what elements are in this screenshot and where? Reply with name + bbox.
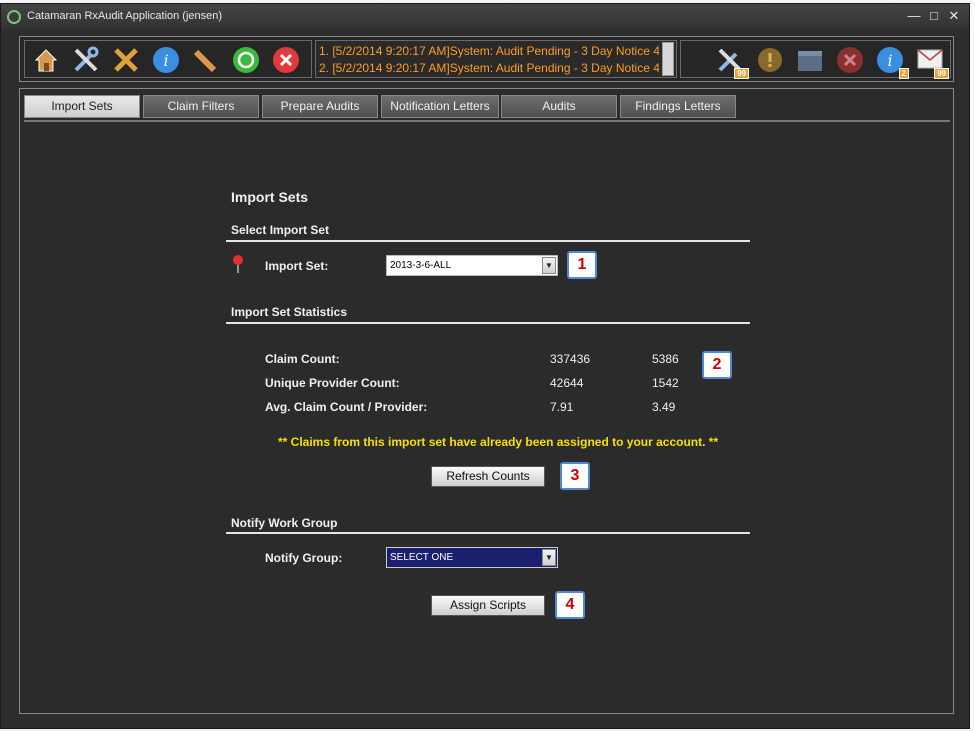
chevron-down-icon[interactable]: ▼: [542, 549, 556, 566]
import-set-value: 2013-3-6-ALL: [390, 260, 452, 271]
svg-text:i: i: [887, 51, 892, 70]
marker-2-badge: 2: [702, 351, 732, 379]
section-divider: [226, 240, 750, 242]
refresh-counts-button[interactable]: Refresh Counts: [431, 466, 545, 487]
toolbar: i 1. [5/2/2014 9:20:17 AM]System: Audit …: [19, 36, 954, 82]
main-panel: Import Sets Claim Filters Prepare Audits…: [19, 88, 954, 714]
tools-badge-icon[interactable]: 99: [715, 45, 749, 79]
info-count-badge: 2: [898, 68, 909, 79]
section-divider: [226, 322, 750, 324]
tab-divider: [24, 120, 950, 122]
avg-claim-count-value: 7.91: [550, 400, 574, 414]
notice-scrollbar[interactable]: [662, 42, 674, 76]
tab-findings-letters[interactable]: Findings Letters: [620, 95, 736, 118]
notify-group-dropdown[interactable]: SELECT ONE ▼: [386, 547, 558, 568]
unique-provider-count-value: 42644: [550, 376, 584, 390]
notify-work-group-heading: Notify Work Group: [231, 516, 338, 530]
mail-count-badge: 99: [934, 68, 949, 79]
tools-count-badge: 99: [734, 68, 749, 79]
tools-icon[interactable]: [71, 45, 101, 75]
notification-ticker[interactable]: 1. [5/2/2014 9:20:17 AM]System: Audit Pe…: [315, 40, 677, 78]
tab-claim-filters[interactable]: Claim Filters: [143, 95, 259, 118]
info-badge-icon[interactable]: i 2: [875, 45, 909, 79]
title-bar: Catamaran RxAudit Application (jensen) —…: [1, 4, 969, 29]
notify-group-label: Notify Group:: [265, 551, 343, 565]
claim-count-value: 337436: [550, 352, 591, 366]
close-circle-icon[interactable]: [271, 45, 301, 75]
minimize-button[interactable]: —: [905, 8, 923, 24]
import-set-dropdown[interactable]: 2013-3-6-ALL ▼: [386, 255, 558, 276]
app-logo-icon: [7, 10, 21, 24]
avg-claim-count-secondary: 3.49: [652, 400, 676, 414]
section-divider: [226, 532, 750, 534]
notice-item[interactable]: 1. [5/2/2014 9:20:17 AM]System: Audit Pe…: [319, 44, 659, 58]
close-button[interactable]: ✕: [945, 8, 963, 24]
ruler-icon[interactable]: [191, 45, 221, 75]
toolbar-right-group: 99 i 2 99: [680, 40, 951, 79]
maximize-button[interactable]: □: [925, 8, 943, 24]
toolbar-left-group: i: [24, 40, 312, 78]
recycle-icon[interactable]: [231, 45, 261, 75]
import-set-label: Import Set:: [265, 259, 329, 273]
cross-tools-icon[interactable]: [111, 45, 141, 75]
notify-group-value: SELECT ONE: [390, 552, 454, 563]
marker-4-badge: 4: [555, 591, 585, 619]
page-title: Import Sets: [231, 189, 309, 205]
notice-item[interactable]: 2. [5/2/2014 9:20:17 AM]System: Audit Pe…: [319, 61, 659, 75]
background-window-edge: [970, 0, 975, 731]
close-circle-icon[interactable]: [835, 45, 865, 75]
marker-3-badge: 3: [560, 462, 590, 490]
unique-provider-count-secondary: 1542: [652, 376, 679, 390]
app-window: Catamaran RxAudit Application (jensen) —…: [0, 3, 970, 729]
assignment-notice: ** Claims from this import set have alre…: [278, 435, 719, 449]
tab-notification-letters[interactable]: Notification Letters: [381, 95, 499, 118]
tab-prepare-audits[interactable]: Prepare Audits: [262, 95, 378, 118]
window-title: Catamaran RxAudit Application (jensen): [27, 10, 223, 22]
svg-text:i: i: [163, 51, 168, 70]
tab-import-sets[interactable]: Import Sets: [24, 95, 140, 118]
claim-count-label: Claim Count:: [265, 352, 340, 366]
mail-badge-icon[interactable]: 99: [915, 45, 949, 79]
info-icon[interactable]: i: [151, 45, 181, 75]
claim-count-secondary: 5386: [652, 352, 679, 366]
select-import-set-heading: Select Import Set: [231, 223, 330, 237]
pushpin-icon: [231, 254, 245, 274]
alert-icon[interactable]: [755, 45, 785, 75]
import-set-statistics-heading: Import Set Statistics: [231, 305, 348, 319]
marker-1-badge: 1: [567, 251, 597, 279]
home-icon[interactable]: [31, 45, 61, 75]
avg-claim-count-label: Avg. Claim Count / Provider:: [265, 400, 428, 414]
calendar-icon[interactable]: [795, 45, 825, 75]
chevron-down-icon[interactable]: ▼: [542, 257, 556, 274]
assign-scripts-button[interactable]: Assign Scripts: [431, 595, 545, 616]
unique-provider-count-label: Unique Provider Count:: [265, 376, 400, 390]
tab-audits[interactable]: Audits: [501, 95, 617, 118]
